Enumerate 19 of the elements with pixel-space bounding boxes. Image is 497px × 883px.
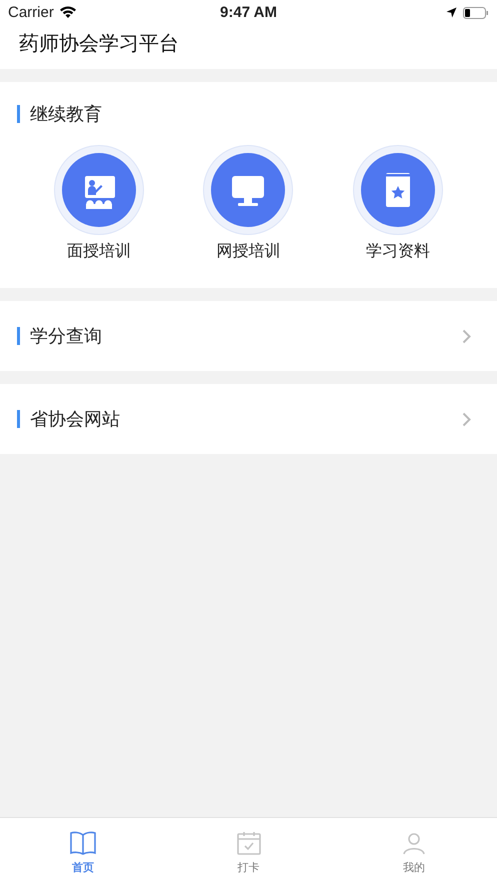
tab[interactable]: 打卡 [166,818,332,883]
status-time: 9:47 AM [220,4,277,21]
carrier-name: Carrier [8,4,54,21]
menu-row[interactable]: 省协会网站 [0,384,497,454]
wifi-icon [58,6,77,19]
chevron-right-icon [462,412,471,426]
app-title: 药师协会学习平台 [18,32,180,57]
monitor-icon [210,152,286,228]
section-title: 继续教育 [30,103,102,126]
menu-row[interactable]: 学分查询 [0,301,497,371]
tab[interactable]: 首页 [0,818,166,883]
classroom-icon [60,152,137,228]
battery-icon [463,6,489,18]
tab[interactable]: 我的 [331,818,497,883]
book-icon [68,830,97,856]
chevron-right-icon [462,328,471,344]
calendar-icon [234,830,262,856]
location-icon [446,7,457,18]
book-icon [360,152,436,228]
